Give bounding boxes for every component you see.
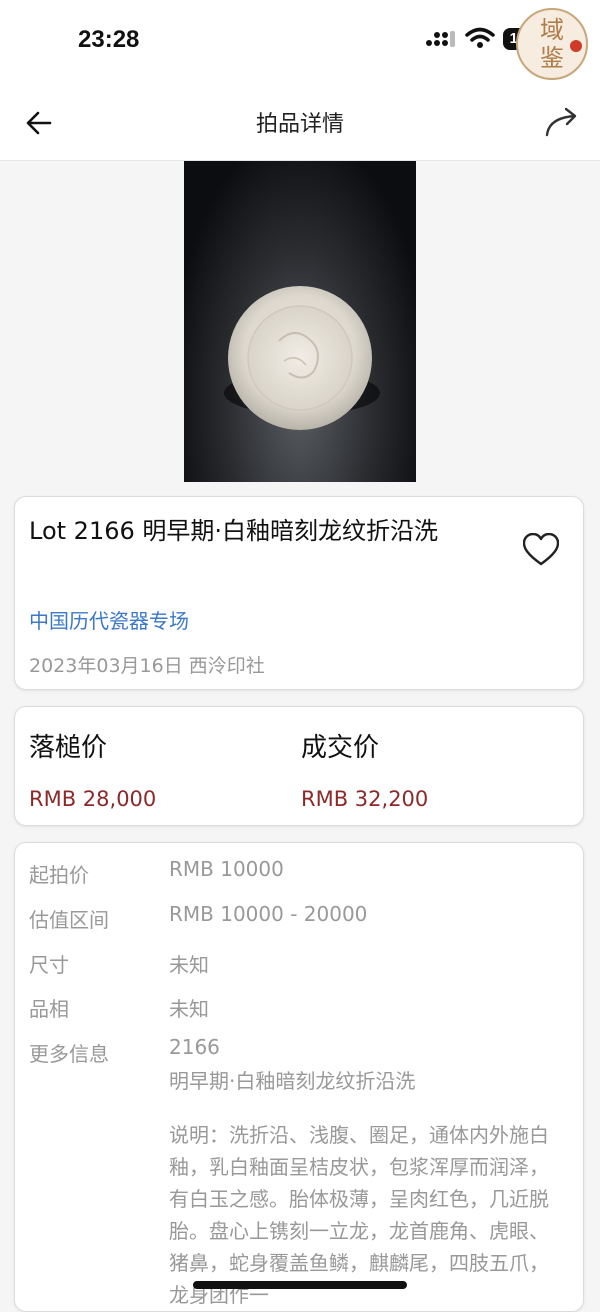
share-arrow-icon <box>545 107 577 137</box>
start-price-value: RMB 10000 <box>169 857 284 881</box>
hammer-price-value: RMB 28,000 <box>29 787 157 811</box>
estimate-value: RMB 10000 - 20000 <box>169 902 368 926</box>
seal-red-dot <box>570 40 582 52</box>
nav-bar: 拍品详情 <box>0 82 600 161</box>
lot-info-card: Lot 2166 明早期·白釉暗刻龙纹折沿洗 中国历代瓷器专场 2023年03月… <box>14 496 584 690</box>
price-card: 落槌价 RMB 28,000 成交价 RMB 32,200 <box>14 706 584 826</box>
status-time: 23:28 <box>78 26 140 53</box>
status-bar: 23:28 100 域鉴 <box>0 0 600 82</box>
hammer-price-label: 落槌价 <box>29 733 108 763</box>
auction-session-link[interactable]: 中国历代瓷器专场 <box>29 605 189 634</box>
details-card: 起拍价 RMB 10000 估值区间 RMB 10000 - 20000 尺寸 … <box>14 842 584 1312</box>
size-label: 尺寸 <box>29 953 69 977</box>
start-price-label: 起拍价 <box>29 863 89 887</box>
condition-label: 品相 <box>29 997 69 1021</box>
heart-icon <box>522 532 560 566</box>
condition-value: 未知 <box>169 997 209 1021</box>
deal-price-value: RMB 32,200 <box>301 787 429 811</box>
signal-icon <box>425 30 455 52</box>
estimate-label: 估值区间 <box>29 908 109 932</box>
more-info-lot-name: 明早期·白釉暗刻龙纹折沿洗 <box>169 1069 416 1093</box>
more-info-label: 更多信息 <box>29 1042 109 1066</box>
more-info-lot-number: 2166 <box>169 1035 220 1059</box>
wifi-icon <box>465 27 495 53</box>
home-indicator[interactable] <box>193 1281 407 1289</box>
deal-price-label: 成交价 <box>301 733 380 763</box>
lot-title: Lot 2166 明早期·白釉暗刻龙纹折沿洗 <box>29 517 439 545</box>
seal-text: 域鉴 <box>540 16 564 72</box>
page-title: 拍品详情 <box>255 112 344 137</box>
size-value: 未知 <box>169 953 209 977</box>
porcelain-washer-illustration <box>224 286 380 430</box>
auction-date-house: 2023年03月16日 西泠印社 <box>29 655 265 677</box>
favorite-button[interactable] <box>522 532 560 567</box>
share-button[interactable] <box>544 106 580 138</box>
watermark-seal: 域鉴 <box>516 8 588 80</box>
lot-image[interactable] <box>184 161 416 482</box>
